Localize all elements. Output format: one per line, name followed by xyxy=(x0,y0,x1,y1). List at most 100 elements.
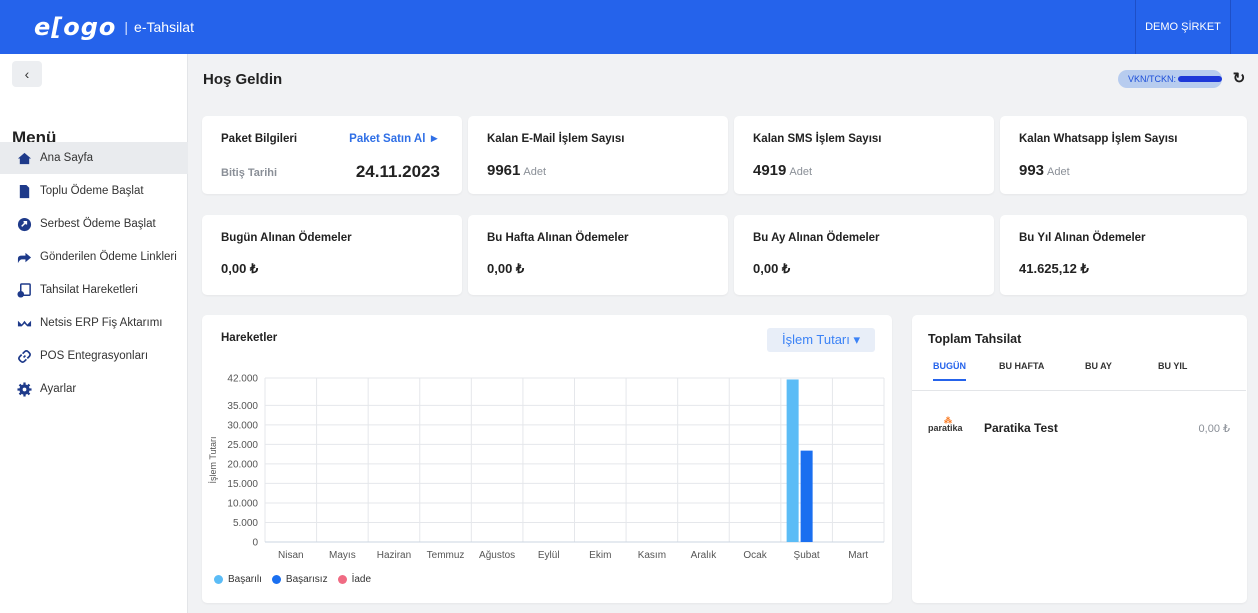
x-tick-label: Ağustos xyxy=(479,550,515,561)
movements-chart: 0 5.000 10.000 15.000 20.000 25.000 30.000 35.0… xyxy=(208,374,885,561)
refresh-icon[interactable]: ↻ xyxy=(1229,68,1249,88)
sidebar-menu: Ana Sayfa Toplu Ödeme Başlat Serbest Öde… xyxy=(0,142,188,406)
elogo-logo: e[ogo xyxy=(34,13,117,41)
y-tick-label: 20.000 xyxy=(227,459,258,470)
chevron-left-icon: ‹ xyxy=(24,66,30,82)
y-axis-label: İşlem Tutarı xyxy=(208,436,218,483)
vkn-badge: VKN/TCKN: xyxy=(1118,70,1222,88)
tab-bu-yil[interactable]: BU YIL xyxy=(1158,361,1187,379)
app-name: e-Tahsilat xyxy=(134,19,194,35)
x-tick-label: Mayıs xyxy=(329,550,356,561)
link-icon xyxy=(16,348,32,364)
x-tick-label: Şubat xyxy=(794,550,820,561)
payment-value: 41.625,12 ₺ xyxy=(1019,261,1089,276)
paratika-logo: ⁂ paratika xyxy=(928,416,963,433)
sidebar-item-label: Netsis ERP Fiş Aktarımı xyxy=(40,317,163,329)
payment-value: 0,00 ₺ xyxy=(487,261,525,276)
home-icon xyxy=(16,150,32,166)
sidebar-item-label: Tahsilat Hareketleri xyxy=(40,284,138,296)
logo-separator: | xyxy=(124,19,129,35)
month-payments-card: Bu Ay Alınan Ödemeler 0,00 ₺ xyxy=(734,215,994,295)
app-logo[interactable]: e[ogo | e-Tahsilat xyxy=(34,12,194,42)
provider-amount: 0,00 ₺ xyxy=(1198,422,1230,435)
buy-package-link[interactable]: Paket Satın Al ► xyxy=(349,133,440,145)
page-title: Hoş Geldin xyxy=(203,71,283,88)
legend-dot xyxy=(271,575,281,584)
y-tick-label: 25.000 xyxy=(227,440,258,451)
quota-title: Kalan SMS İşlem Sayısı xyxy=(753,133,882,145)
x-tick-label: Kasım xyxy=(638,550,666,561)
x-tick-label: Mart xyxy=(848,550,868,561)
email-quota-card: Kalan E-Mail İşlem Sayısı 9961 Adet xyxy=(468,116,728,194)
sidebar-item-serbest-odeme[interactable]: Serbest Ödeme Başlat xyxy=(0,208,188,240)
x-tick-label: Haziran xyxy=(377,550,411,561)
sidebar-item-pos-entegrasyonlari[interactable]: POS Entegrasyonları xyxy=(0,340,188,372)
transfer-icon xyxy=(16,315,32,331)
totals-title: Toplam Tahsilat xyxy=(928,332,1022,346)
y-tick-label: 35.000 xyxy=(227,401,258,412)
circle-arrow-icon xyxy=(16,216,32,232)
legend-dot xyxy=(214,575,223,584)
package-title: Paket Bilgileri xyxy=(221,133,298,145)
provider-name: Paratika Test xyxy=(984,421,1058,435)
sidebar-item-gonderilen-linkler[interactable]: Gönderilen Ödeme Linkleri xyxy=(0,241,188,273)
payment-title: Bu Yıl Alınan Ödemeler xyxy=(1019,232,1146,244)
y-tick-label: 15.000 xyxy=(227,479,258,490)
quota-value: 9961 Adet xyxy=(487,162,547,179)
legend-label: İade xyxy=(351,574,372,585)
tab-bu-ay[interactable]: BU AY xyxy=(1085,361,1112,379)
x-tick-label: Ekim xyxy=(589,550,611,561)
payment-value: 0,00 ₺ xyxy=(753,261,791,276)
end-date-label: Bitiş Tarihi xyxy=(221,167,278,179)
x-tick-label: Aralık xyxy=(691,550,718,561)
package-card: Paket Bilgileri Paket Satın Al ► Bitiş T… xyxy=(202,116,462,194)
sidebar-item-label: POS Entegrasyonları xyxy=(40,350,149,362)
payment-title: Bu Hafta Alınan Ödemeler xyxy=(487,232,629,244)
legend-label: Başarılı xyxy=(228,574,262,585)
quota-value: 993 Adet xyxy=(1019,162,1070,179)
y-tick-label: 10.000 xyxy=(227,498,258,509)
tab-bu-hafta[interactable]: BU HAFTA xyxy=(999,361,1044,379)
sms-quota-card: Kalan SMS İşlem Sayısı 4919 Adet xyxy=(734,116,994,194)
legend-dot xyxy=(337,575,347,584)
gear-icon xyxy=(16,381,32,397)
end-date-value: 24.11.2023 xyxy=(355,162,440,181)
collapse-sidebar-button[interactable]: ‹ xyxy=(12,61,42,87)
x-tick-label: Eylül xyxy=(538,550,560,561)
period-tabs: BUGÜN BU HAFTA BU AY BU YIL xyxy=(912,355,1246,391)
payment-title: Bu Ay Alınan Ödemeler xyxy=(753,232,880,244)
x-tick-label: Ocak xyxy=(743,550,767,561)
company-menu-button[interactable]: DEMO ŞİRKET xyxy=(1135,0,1231,54)
quota-title: Kalan Whatsapp İşlem Sayısı xyxy=(1019,133,1178,145)
x-tick-label: Temmuz xyxy=(427,550,465,561)
today-payments-card: Bugün Alınan Ödemeler 0,00 ₺ xyxy=(202,215,462,295)
sidebar-item-label: Toplu Ödeme Başlat xyxy=(40,185,144,197)
sidebar-item-label: Gönderilen Ödeme Linkleri xyxy=(40,251,177,263)
whatsapp-quota-card: Kalan Whatsapp İşlem Sayısı 993 Adet xyxy=(1000,116,1247,194)
legend-item[interactable]: Başarılı xyxy=(214,574,262,585)
year-payments-card: Bu Yıl Alınan Ödemeler 41.625,12 ₺ xyxy=(1000,215,1247,295)
movements-card: Hareketler İşlem Tutarı ▾ 0 5.000 10.000 15… xyxy=(202,315,892,603)
sidebar-item-tahsilat-hareketleri[interactable]: Tahsilat Hareketleri xyxy=(0,274,188,306)
legend-item[interactable]: Başarısız xyxy=(271,574,328,585)
sidebar-item-ayarlar[interactable]: Ayarlar xyxy=(0,373,188,405)
quota-title: Kalan E-Mail İşlem Sayısı xyxy=(487,133,625,145)
provider-row[interactable]: ⁂ paratika Paratika Test 0,00 ₺ xyxy=(928,416,1230,438)
tab-bugun[interactable]: BUGÜN xyxy=(933,361,966,381)
week-payments-card: Bu Hafta Alınan Ödemeler 0,00 ₺ xyxy=(468,215,728,295)
x-tick-label: Nisan xyxy=(278,550,304,561)
vkn-label: VKN/TCKN: xyxy=(1128,74,1177,84)
payment-value: 0,00 ₺ xyxy=(221,261,259,276)
y-tick-label: 42.000 xyxy=(227,374,258,385)
top-bar: e[ogo | e-Tahsilat DEMO ŞİRKET xyxy=(0,0,1258,54)
legend-item[interactable]: İade xyxy=(337,574,372,585)
sidebar-item-ana-sayfa[interactable]: Ana Sayfa xyxy=(0,142,188,174)
y-tick-label: 30.000 xyxy=(227,420,258,431)
vkn-masked-value xyxy=(1178,76,1222,82)
sidebar-item-label: Ayarlar xyxy=(40,383,77,395)
sidebar-item-toplu-odeme[interactable]: Toplu Ödeme Başlat xyxy=(0,175,188,207)
legend-label: Başarısız xyxy=(285,574,328,585)
quota-value: 4919 Adet xyxy=(753,162,813,179)
sidebar-item-netsis-erp[interactable]: Netsis ERP Fiş Aktarımı xyxy=(0,307,188,339)
bar-başarısız xyxy=(800,450,813,542)
